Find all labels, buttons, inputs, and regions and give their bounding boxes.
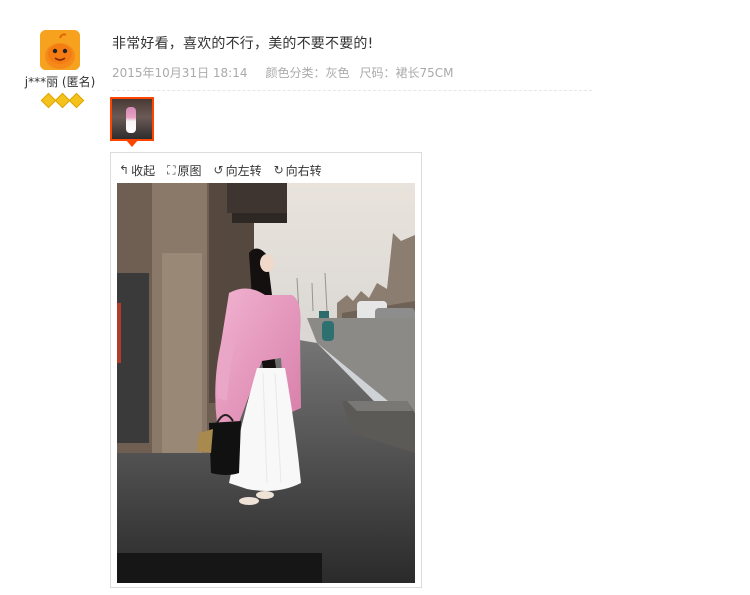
original-size-label: 原图 [177, 163, 202, 178]
review-photo-thumbnail[interactable] [110, 97, 154, 141]
rotate-right-icon: ↻ [273, 163, 284, 177]
rotate-right-label: 向右转 [285, 163, 322, 178]
collapse-label: 收起 [131, 163, 156, 178]
reviewer-avatar[interactable] [40, 30, 80, 70]
street-photo-illustration [117, 183, 415, 583]
color-attribute: 颜色分类：灰色 [265, 66, 350, 80]
rotate-right-button[interactable]: ↻ 向右转 [274, 162, 322, 179]
review-photo [117, 183, 415, 583]
thumbnail-selected-indicator [126, 140, 138, 147]
diamond-icon [68, 92, 85, 109]
rotate-left-icon: ↺ [213, 163, 224, 177]
review-text: 非常好看，喜欢的不行，美的不要不要的! [112, 36, 374, 52]
collapse-button[interactable]: ↰ 收起 [119, 162, 155, 179]
rotate-left-button[interactable]: ↺ 向左转 [214, 162, 262, 179]
review-date: 2015年10月31日 18:14 [112, 66, 248, 80]
photo-viewer: ↰ 收起 ⛶ 原图 ↺ 向左转 ↻ 向右转 [110, 152, 422, 588]
sku-attributes: 颜色分类：灰色 尺码：裙长75CM [265, 64, 453, 90]
original-size-button[interactable]: ⛶ 原图 [167, 162, 201, 179]
fullsize-icon: ⛶ [167, 162, 176, 177]
reviewer-level-badges [40, 92, 85, 109]
collapse-icon: ↰ [119, 163, 130, 177]
mascot-icon [40, 30, 80, 70]
review-meta: 2015年10月31日 18:14 颜色分类：灰色 尺码：裙长75CM [112, 64, 592, 91]
reviewer-name: j***丽 (匿名) [24, 75, 96, 89]
rotate-left-label: 向左转 [225, 163, 262, 178]
thumbnail-image [112, 99, 152, 139]
viewer-toolbar: ↰ 收起 ⛶ 原图 ↺ 向左转 ↻ 向右转 [119, 161, 322, 179]
size-attribute: 尺码：裙长75CM [359, 66, 454, 80]
